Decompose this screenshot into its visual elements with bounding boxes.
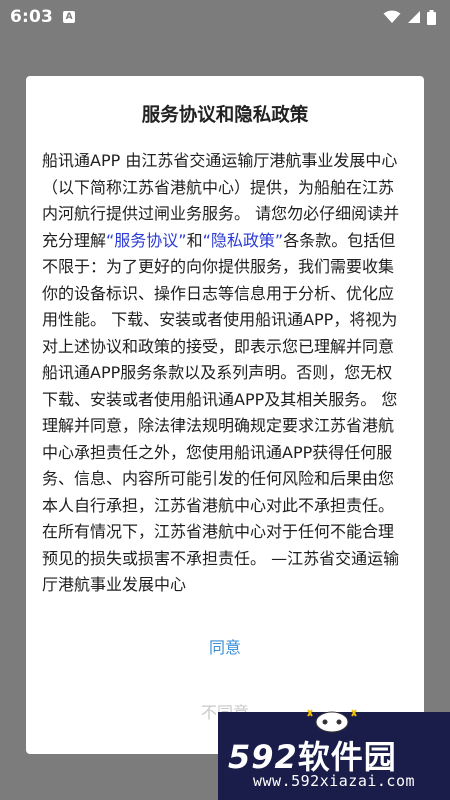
signal-icon bbox=[408, 11, 420, 23]
status-icons bbox=[383, 9, 436, 25]
site-watermark: 592软件园 www.592xiazai.com bbox=[218, 709, 450, 800]
battery-icon bbox=[427, 9, 436, 25]
status-time: 6:03 bbox=[10, 7, 54, 27]
wifi-icon bbox=[383, 10, 401, 23]
status-bar: 6:03 A bbox=[0, 0, 450, 34]
privacy-dialog: 服务协议和隐私政策 船讯通APP 由江苏省交通运输厅港航事业发展中心（以下简称江… bbox=[26, 76, 424, 754]
body-text-part2: 各条款。包括但不限于：为了更好的向你提供服务，我们需要收集你的设备标识、操作日志… bbox=[42, 230, 400, 595]
dialog-body: 船讯通APP 由江苏省交通运输厅港航事业发展中心（以下简称江苏省港航中心）提供，… bbox=[42, 148, 408, 599]
service-agreement-link[interactable]: “服务协议” bbox=[106, 231, 187, 250]
agree-button[interactable]: 同意 bbox=[26, 631, 424, 665]
dialog-title: 服务协议和隐私政策 bbox=[141, 105, 309, 126]
watermark-brand-text: 软件园 bbox=[297, 738, 397, 776]
body-text-and: 和 bbox=[186, 230, 203, 250]
watermark-url: www.592xiazai.com bbox=[252, 772, 416, 790]
privacy-policy-link[interactable]: “隐私政策” bbox=[203, 231, 284, 250]
watermark-number: 592 bbox=[228, 738, 298, 776]
app-notification-icon: A bbox=[63, 11, 76, 23]
